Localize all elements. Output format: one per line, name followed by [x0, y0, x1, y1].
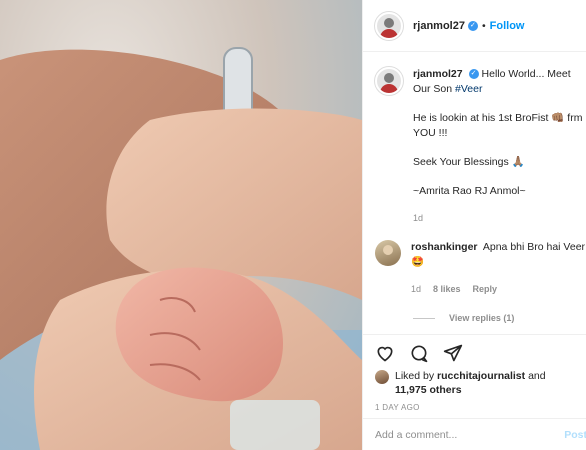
liked-by-prefix: Liked by: [395, 370, 435, 382]
verified-badge-icon: ✓: [468, 69, 479, 80]
post-side-panel: rjanmol27 ✓ • Follow rjanmol27 ✓ Hello Wo…: [362, 0, 586, 450]
separator-dot: •: [481, 19, 486, 32]
comment-likes[interactable]: 8 likes: [433, 282, 461, 297]
comments-section[interactable]: rjanmol27 ✓ Hello World... Meet Our Son #…: [363, 53, 586, 325]
share-icon[interactable]: [443, 343, 463, 363]
commenter-avatar[interactable]: [375, 240, 401, 266]
comment-item: roshankinger Apna bhi Bro hai Veer🤩 1d 8…: [375, 240, 586, 325]
heart-icon[interactable]: [375, 343, 395, 363]
caption-author-avatar[interactable]: [375, 67, 403, 95]
post-timestamp: 1 DAY AGO: [375, 403, 420, 412]
hands-photo-illustration: [0, 47, 362, 450]
comment-icon[interactable]: [409, 343, 429, 363]
caption-username[interactable]: rjanmol27: [413, 68, 463, 80]
view-replies-label: View replies (1): [449, 313, 515, 323]
commenter-username[interactable]: roshankinger: [411, 241, 478, 253]
caption-line-2: He is lookin at his 1st BroFist 👊🏽 frm Y…: [413, 112, 583, 139]
hashtag-link[interactable]: #Veer: [455, 83, 482, 95]
liker-avatar[interactable]: [375, 370, 389, 384]
author-avatar[interactable]: [375, 11, 403, 40]
post-photo[interactable]: [0, 0, 362, 450]
add-comment-bar: Post: [363, 418, 586, 450]
liked-by-user[interactable]: rucchitajournalist: [437, 370, 525, 382]
comment-age: 1d: [411, 284, 422, 294]
liked-by: Liked by rucchitajournalist and 11,975 o…: [375, 369, 575, 397]
add-comment-input[interactable]: [375, 428, 565, 441]
post-actions: Liked by rucchitajournalist and 11,975 o…: [363, 334, 586, 412]
author-username[interactable]: rjanmol27: [413, 20, 465, 32]
action-icons: [375, 341, 575, 365]
likes-count[interactable]: 11,975 others: [395, 384, 462, 396]
replies-divider: [413, 318, 435, 319]
caption-line-3: Seek Your Blessings 🙏🏽: [413, 156, 525, 168]
follow-button[interactable]: Follow: [490, 20, 525, 32]
verified-badge-icon: ✓: [467, 20, 478, 31]
view-replies-button[interactable]: View replies (1): [413, 311, 586, 325]
caption-line-4: ~Amrita Rao RJ Anmol~: [413, 185, 526, 197]
caption-age: 1d: [413, 213, 424, 223]
liked-by-mid: and: [528, 370, 546, 382]
instagram-post-view: rjanmol27 ✓ • Follow rjanmol27 ✓ Hello Wo…: [0, 0, 586, 450]
reply-button[interactable]: Reply: [473, 282, 498, 297]
post-header: rjanmol27 ✓ • Follow: [363, 0, 586, 52]
comment-meta: 1d 8 likes Reply: [411, 282, 586, 297]
caption: rjanmol27 ✓ Hello World... Meet Our Son #…: [375, 67, 586, 226]
post-comment-button[interactable]: Post: [564, 429, 586, 441]
